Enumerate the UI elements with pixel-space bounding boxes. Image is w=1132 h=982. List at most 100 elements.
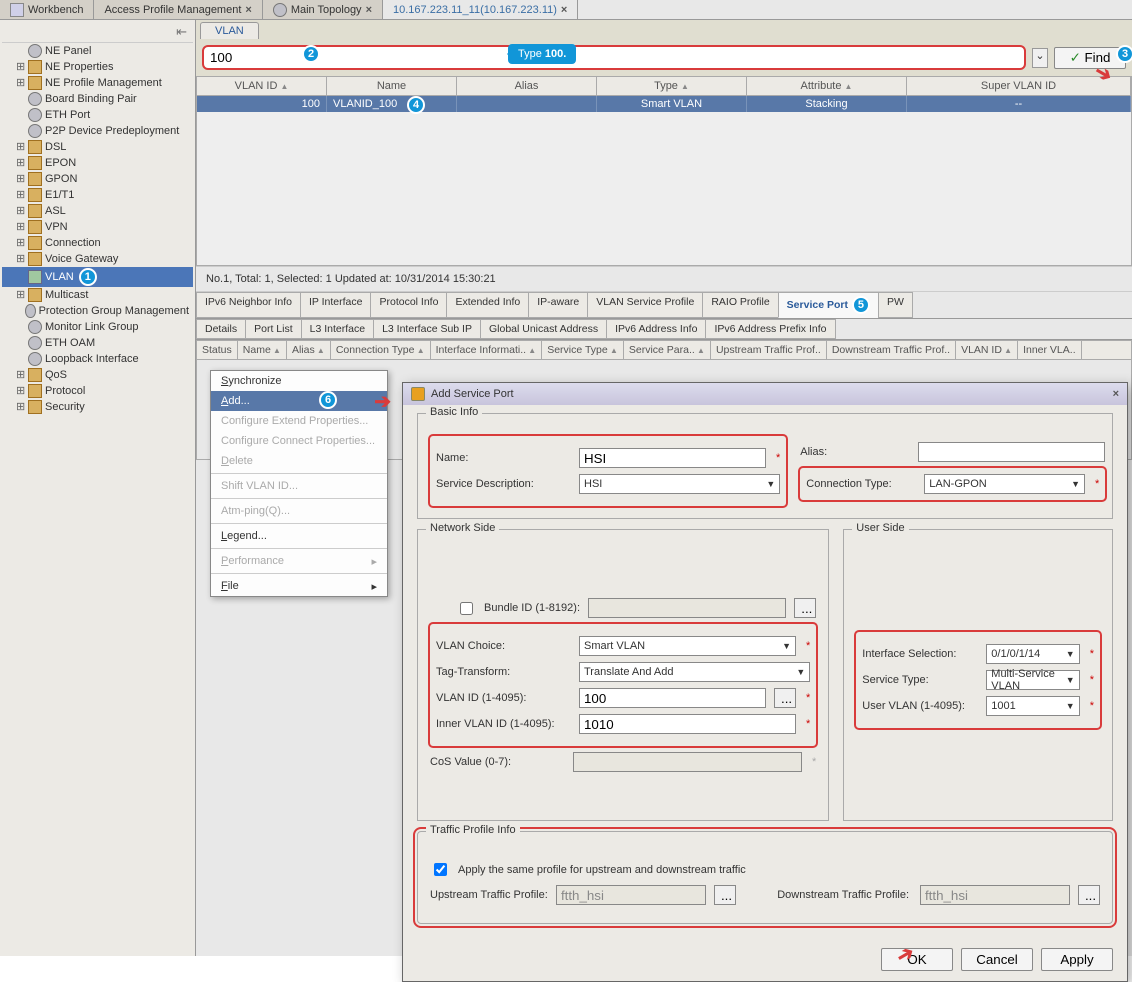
col-name[interactable]: Name — [327, 77, 457, 95]
sidebar-item-connection[interactable]: ⊞Connection — [2, 235, 193, 251]
expander-icon[interactable]: ⊞ — [16, 156, 25, 170]
expander-icon[interactable]: ⊞ — [16, 368, 25, 382]
sidebar-item-ne-panel[interactable]: NE Panel — [2, 43, 193, 59]
sp-col-service-para-[interactable]: Service Para.. ▲ — [624, 341, 711, 359]
expander-icon[interactable]: ⊞ — [16, 400, 25, 414]
sidebar-item-board-binding-pair[interactable]: Board Binding Pair — [2, 91, 193, 107]
tab-ip-device[interactable]: 10.167.223.11_11(10.167.223.11) × — [383, 0, 578, 19]
close-icon[interactable]: × — [366, 4, 372, 16]
subtab-ip-interface[interactable]: IP Interface — [300, 292, 372, 318]
subtab-ip-aware[interactable]: IP-aware — [528, 292, 588, 318]
service-desc-select[interactable]: HSI▼ — [579, 474, 780, 494]
sidebar-item-vlan[interactable]: VLAN1 — [2, 267, 193, 287]
subtab-vlan-service-profile[interactable]: VLAN Service Profile — [587, 292, 703, 318]
find-button[interactable]: ✓ Find — [1054, 47, 1126, 69]
expander-icon[interactable]: ⊞ — [16, 236, 25, 250]
sp-col-vlan-id[interactable]: VLAN ID ▲ — [956, 341, 1018, 359]
sidebar-item-ne-properties[interactable]: ⊞NE Properties — [2, 59, 193, 75]
sidebar-item-voice-gateway[interactable]: ⊞Voice Gateway — [2, 251, 193, 267]
inner-vlan-field[interactable] — [579, 714, 796, 734]
same-profile-checkbox[interactable] — [434, 863, 447, 876]
bundle-browse-button[interactable]: ... — [794, 598, 816, 618]
expander-icon[interactable]: ⊞ — [16, 140, 25, 154]
table-row[interactable]: 100 VLANID_100 Smart VLAN Stacking -- — [197, 96, 1131, 112]
sidebar-item-eth-oam[interactable]: ETH OAM — [2, 335, 193, 351]
sidebar-item-protocol[interactable]: ⊞Protocol — [2, 383, 193, 399]
col-vlanid[interactable]: VLAN ID ▲ — [197, 77, 327, 95]
interface-selection-select[interactable]: 0/1/0/1/14▼ — [986, 644, 1079, 664]
vlan-choice-select[interactable]: Smart VLAN▼ — [579, 636, 796, 656]
connection-type-select[interactable]: LAN-GPON▼ — [924, 474, 1085, 494]
apply-button[interactable]: Apply — [1041, 948, 1113, 971]
tab-access-profile[interactable]: Access Profile Management × — [94, 0, 262, 19]
close-icon[interactable]: × — [245, 4, 251, 16]
sidebar-item-qos[interactable]: ⊞QoS — [2, 367, 193, 383]
sidebar-item-multicast[interactable]: ⊞Multicast — [2, 287, 193, 303]
col-attribute[interactable]: Attribute ▲ — [747, 77, 907, 95]
sp-col-alias[interactable]: Alias ▲ — [287, 341, 331, 359]
expander-icon[interactable]: ⊞ — [16, 76, 25, 90]
sidebar-item-monitor-link-group[interactable]: Monitor Link Group — [2, 319, 193, 335]
ok-button[interactable]: OK — [881, 948, 953, 971]
sidebar-item-epon[interactable]: ⊞EPON — [2, 155, 193, 171]
subtab2-ipv6-address-info[interactable]: IPv6 Address Info — [606, 319, 706, 339]
tab-vlan[interactable]: VLAN — [200, 22, 259, 39]
dialog-close-icon[interactable]: × — [1113, 388, 1119, 400]
subtab2-l3-interface-sub-ip[interactable]: L3 Interface Sub IP — [373, 319, 481, 339]
subtab2-l3-interface[interactable]: L3 Interface — [301, 319, 374, 339]
ctx-add[interactable]: Add... 6 ➔ — [211, 391, 387, 411]
dialog-titlebar[interactable]: Add Service Port × — [403, 383, 1127, 405]
close-icon[interactable]: × — [561, 4, 567, 16]
upstream-browse-button[interactable]: ... — [714, 885, 736, 905]
search-input[interactable] — [202, 45, 1026, 70]
expander-icon[interactable]: ⊞ — [16, 288, 25, 302]
expander-icon[interactable]: ⊞ — [16, 60, 25, 74]
subtab2-details[interactable]: Details — [196, 319, 246, 339]
ctx-file[interactable]: File ▸ — [211, 576, 387, 596]
search-dropdown-icon[interactable]: ⌄ — [1032, 48, 1048, 68]
sp-col-inner-vla-[interactable]: Inner VLA.. — [1018, 341, 1082, 359]
cancel-button[interactable]: Cancel — [961, 948, 1033, 971]
name-field[interactable] — [579, 448, 766, 468]
subtab-pw[interactable]: PW — [878, 292, 913, 318]
col-supervlan[interactable]: Super VLAN ID — [907, 77, 1131, 95]
vlan-id-browse-button[interactable]: ... — [774, 688, 796, 708]
vlan-id-field[interactable] — [579, 688, 766, 708]
sidebar-item-asl[interactable]: ⊞ASL — [2, 203, 193, 219]
sp-col-interface-informati-[interactable]: Interface Informati.. ▲ — [431, 341, 543, 359]
sidebar-collapse-icon[interactable]: ⇤ — [2, 22, 193, 43]
col-alias[interactable]: Alias — [457, 77, 597, 95]
sidebar-item-e1-t1[interactable]: ⊞E1/T1 — [2, 187, 193, 203]
sp-col-downstream-traffic-prof-[interactable]: Downstream Traffic Prof.. — [827, 341, 956, 359]
subtab2-port-list[interactable]: Port List — [245, 319, 302, 339]
col-type[interactable]: Type ▲ — [597, 77, 747, 95]
subtab-protocol-info[interactable]: Protocol Info — [370, 292, 447, 318]
expander-icon[interactable]: ⊞ — [16, 204, 25, 218]
tab-main-topology[interactable]: Main Topology × — [263, 0, 383, 19]
sp-col-service-type[interactable]: Service Type ▲ — [542, 341, 624, 359]
expander-icon[interactable]: ⊞ — [16, 384, 25, 398]
expander-icon[interactable]: ⊞ — [16, 252, 25, 266]
subtab2-ipv6-address-prefix-info[interactable]: IPv6 Address Prefix Info — [705, 319, 835, 339]
downstream-browse-button[interactable]: ... — [1078, 885, 1100, 905]
sidebar-item-dsl[interactable]: ⊞DSL — [2, 139, 193, 155]
subtab-extended-info[interactable]: Extended Info — [446, 292, 529, 318]
sidebar-item-protection-group-management[interactable]: Protection Group Management — [2, 303, 193, 319]
sp-col-connection-type[interactable]: Connection Type ▲ — [331, 341, 431, 359]
expander-icon[interactable]: ⊞ — [16, 188, 25, 202]
ctx-legend[interactable]: Legend... — [211, 526, 387, 546]
sidebar-item-eth-port[interactable]: ETH Port — [2, 107, 193, 123]
sp-col-name[interactable]: Name ▲ — [238, 341, 287, 359]
expander-icon[interactable]: ⊞ — [16, 172, 25, 186]
ctx-synchronize[interactable]: Synchronize — [211, 371, 387, 391]
sidebar-item-p2p-device-predeployment[interactable]: P2P Device Predeployment — [2, 123, 193, 139]
subtab-service-port[interactable]: Service Port5 — [778, 292, 879, 318]
sidebar-item-vpn[interactable]: ⊞VPN — [2, 219, 193, 235]
bundle-id-checkbox[interactable] — [460, 602, 473, 615]
sp-col-upstream-traffic-prof-[interactable]: Upstream Traffic Prof.. — [711, 341, 827, 359]
user-vlan-select[interactable]: 1001▼ — [986, 696, 1079, 716]
sidebar-item-loopback-interface[interactable]: Loopback Interface — [2, 351, 193, 367]
sp-col-status[interactable]: Status — [197, 341, 238, 359]
sidebar-item-gpon[interactable]: ⊞GPON — [2, 171, 193, 187]
tag-transform-select[interactable]: Translate And Add▼ — [579, 662, 810, 682]
